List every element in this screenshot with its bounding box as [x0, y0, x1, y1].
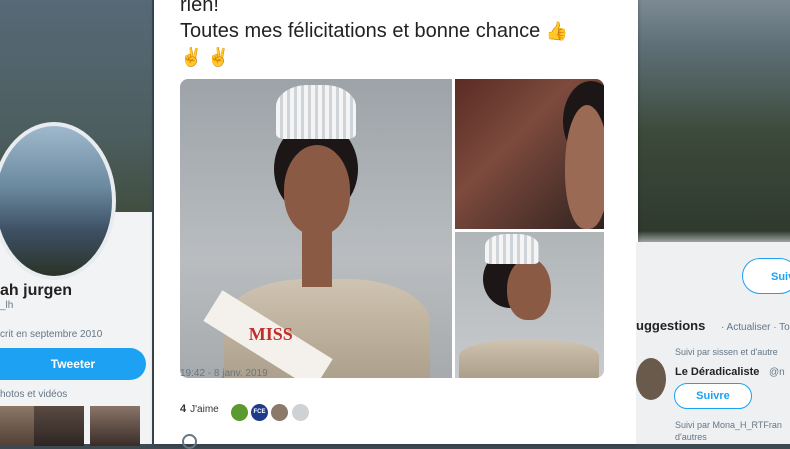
likes-count[interactable]: 4 J'aime [180, 403, 219, 415]
face-shape [284, 145, 350, 235]
suggestion-handle[interactable]: @n [769, 367, 785, 378]
suggestion-followed-by: Suivi par Mona_H_RTFran [675, 420, 782, 430]
tweet-timestamp[interactable]: 19:42 - 8 janv. 2019 [180, 368, 268, 379]
suggestions-refresh-link[interactable]: · Actualiser · Tou [721, 322, 790, 333]
media-thumbnail[interactable] [34, 406, 84, 446]
suggestion-avatar[interactable] [636, 358, 666, 400]
likes-number: 4 [180, 403, 187, 415]
sash-label: MISS [248, 324, 293, 345]
tweet-text-line: Toutes mes félicitations et bonne chance [180, 20, 541, 42]
crown-shape [485, 234, 539, 264]
media-thumbnail[interactable] [90, 406, 140, 446]
media-section-label[interactable]: hotos et vidéos [0, 389, 67, 400]
liker-avatar[interactable] [292, 404, 309, 421]
suggestion-name[interactable]: Le Déradicaliste [675, 366, 759, 378]
reply-icon[interactable] [182, 434, 197, 449]
thumbs-up-emoji: 👍 [545, 21, 569, 41]
photo-main[interactable]: MISS [180, 79, 452, 378]
dress-shape [459, 340, 599, 378]
photo-top-right[interactable] [455, 79, 604, 229]
suggestion-followed-by: Suivi par sissen et d'autre [675, 347, 778, 357]
suggestion-followed-by-cont: d'autres [675, 432, 707, 442]
face-shape [565, 105, 604, 229]
liker-avatar[interactable] [231, 404, 248, 421]
follow-button[interactable]: Suivre [674, 383, 752, 409]
photo-bottom-right[interactable] [455, 232, 604, 378]
face-shape [507, 258, 551, 320]
profile-name[interactable]: ah jurgen [0, 282, 72, 300]
tweet-text: rien! Toutes mes félicitations et bonne … [180, 0, 568, 70]
photo-gallery: MISS [180, 79, 604, 378]
liker-avatar[interactable]: FCE [251, 404, 268, 421]
joined-date: crit en septembre 2010 [0, 329, 103, 340]
tweet-card: rien! Toutes mes félicitations et bonne … [154, 0, 638, 449]
suggestions-title: uggestions [636, 318, 706, 333]
neck-shape [302, 227, 332, 287]
tweet-button[interactable]: Tweeter [0, 348, 146, 380]
victory-emoji: ✌ ✌ [180, 47, 230, 67]
profile-handle[interactable]: _lh [0, 300, 13, 311]
crown-shape [276, 85, 356, 139]
liker-avatar[interactable] [271, 404, 288, 421]
follow-button-top[interactable]: Suiv [742, 258, 790, 294]
likes-label: J'aime [190, 404, 219, 415]
tweet-text-line: rien! [180, 0, 219, 16]
